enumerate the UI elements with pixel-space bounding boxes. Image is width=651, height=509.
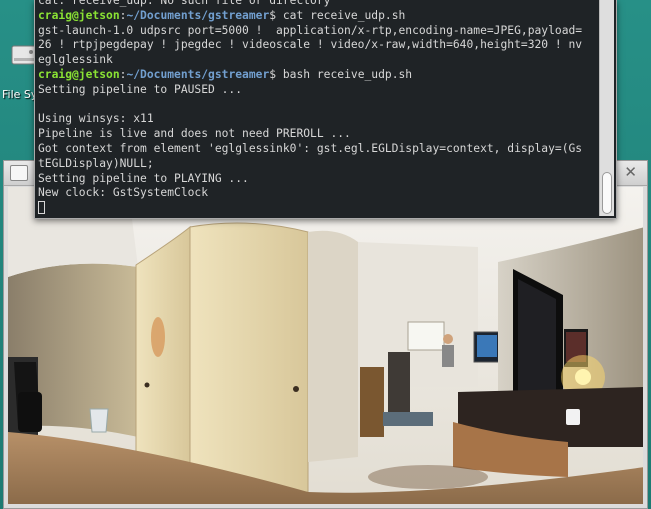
terminal-line: 26 ! rtpjpegdepay ! jpegdec ! videoscale… — [38, 38, 583, 52]
prompt-path: ~/Documents/gstreamer — [126, 67, 270, 81]
close-icon[interactable]: ✕ — [624, 164, 637, 180]
prompt-user: craig@jetson — [38, 67, 120, 81]
terminal-line: cat: receive_udp: No such file or direct… — [38, 0, 331, 7]
terminal-line: Setting pipeline to PLAYING ... — [38, 171, 249, 185]
terminal-line: New clock: GstSystemClock — [38, 186, 209, 200]
terminal-prompt-line: craig@jetson:~/Documents/gstreamer$ bash… — [38, 68, 596, 83]
terminal-line: gst-launch-1.0 udpsrc port=5000 ! applic… — [38, 23, 583, 37]
terminal-line: eglglessink — [38, 53, 113, 67]
terminal-output[interactable]: cat: receive_udp: No such file or direct… — [38, 0, 596, 216]
terminal-prompt-line: craig@jetson:~/Documents/gstreamer$ cat … — [38, 9, 596, 24]
window-menu-icon[interactable] — [10, 165, 28, 181]
prompt-path: ~/Documents/gstreamer — [126, 8, 270, 22]
terminal-line: tEGLDisplay)NULL; — [38, 156, 154, 170]
text-cursor — [38, 201, 45, 215]
terminal-line: Setting pipeline to PAUSED ... — [38, 82, 243, 96]
terminal-scrollbar[interactable] — [599, 0, 614, 216]
terminal-window[interactable]: cat: receive_udp: No such file or direct… — [34, 0, 617, 219]
video-stream — [8, 187, 643, 504]
prompt-user: craig@jetson — [38, 8, 120, 22]
scrollbar-thumb[interactable] — [602, 172, 612, 214]
desktop-icon-label: File Sy — [2, 88, 38, 101]
prompt-command: cat receive_udp.sh — [276, 8, 406, 22]
terminal-line: Got context from element 'eglglessink0':… — [38, 141, 583, 155]
terminal-line: Pipeline is live and does not need PRERO… — [38, 127, 351, 141]
prompt-command: bash receive_udp.sh — [276, 67, 413, 81]
panorama-scene — [8, 187, 643, 504]
terminal-line: Using winsys: x11 — [38, 112, 154, 126]
terminal-cursor-line — [38, 201, 596, 216]
